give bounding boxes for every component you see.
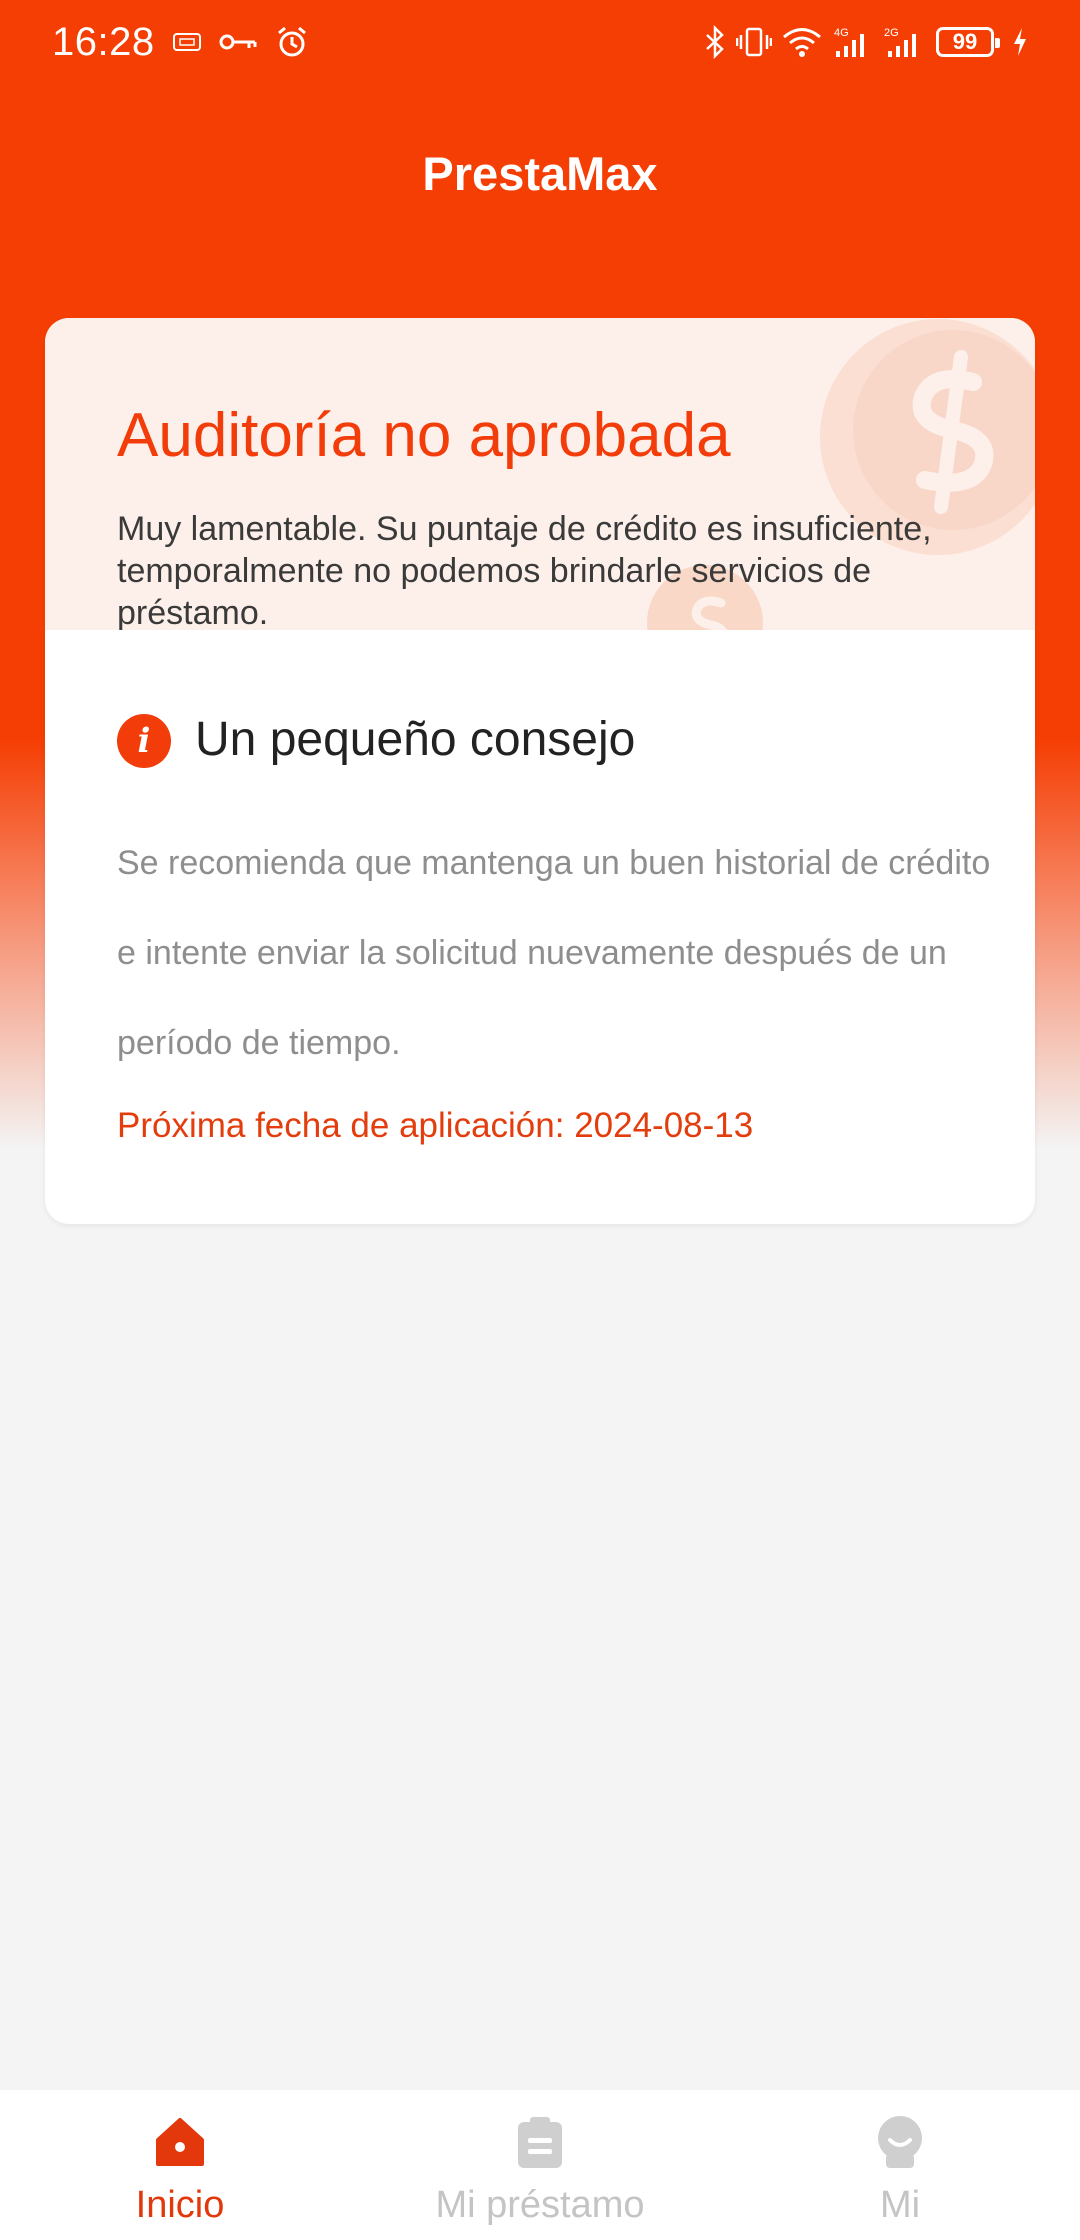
nav-label-mi-prestamo: Mi préstamo [435, 2184, 645, 2226]
tip-title: Un pequeño consejo [195, 713, 636, 766]
nav-item-mi[interactable]: Mi [720, 2090, 1080, 2240]
audit-result-card: Auditoría no aprobada Muy lamentable. Su… [45, 318, 1035, 1224]
svg-text:2G: 2G [884, 27, 899, 39]
vibrate-icon [736, 25, 772, 59]
tip-text: Se recomienda que mantenga un buen histo… [117, 844, 991, 1062]
vpn-key-icon [219, 31, 257, 53]
signal-4g-icon: 4G [832, 25, 872, 59]
info-icon: i [117, 714, 171, 768]
clipboard-icon [518, 2117, 562, 2168]
app-title: PrestaMax [422, 147, 658, 200]
svg-text:4G: 4G [834, 27, 849, 39]
bluetooth-icon [704, 25, 726, 59]
audit-status-description: Muy lamentable. Su puntaje de crédito es… [117, 510, 932, 630]
status-time: 16:28 [52, 19, 155, 64]
next-application-date: Próxima fecha de aplicación: 2024-08-13 [117, 1106, 754, 1145]
battery-indicator: 99 [936, 27, 1000, 57]
home-icon [156, 2118, 204, 2166]
audit-status-title: Auditoría no aprobada [117, 401, 731, 470]
bottom-navigation: Inicio Mi préstamo Mi [0, 2090, 1080, 2240]
nav-item-inicio[interactable]: Inicio [0, 2090, 360, 2240]
sim-card-icon [172, 33, 201, 51]
status-bar: 16:28 4G 2G 99 [0, 0, 1080, 84]
alarm-icon [275, 25, 309, 59]
wifi-icon [782, 26, 822, 58]
nav-item-mi-prestamo[interactable]: Mi préstamo [360, 2090, 720, 2240]
nav-label-mi: Mi [879, 2184, 921, 2226]
nav-label-inicio: Inicio [135, 2184, 225, 2226]
charging-icon [1012, 27, 1028, 57]
card-header: Auditoría no aprobada Muy lamentable. Su… [45, 318, 1035, 630]
signal-2g-icon: 2G [882, 25, 926, 59]
profile-icon [878, 2116, 922, 2168]
